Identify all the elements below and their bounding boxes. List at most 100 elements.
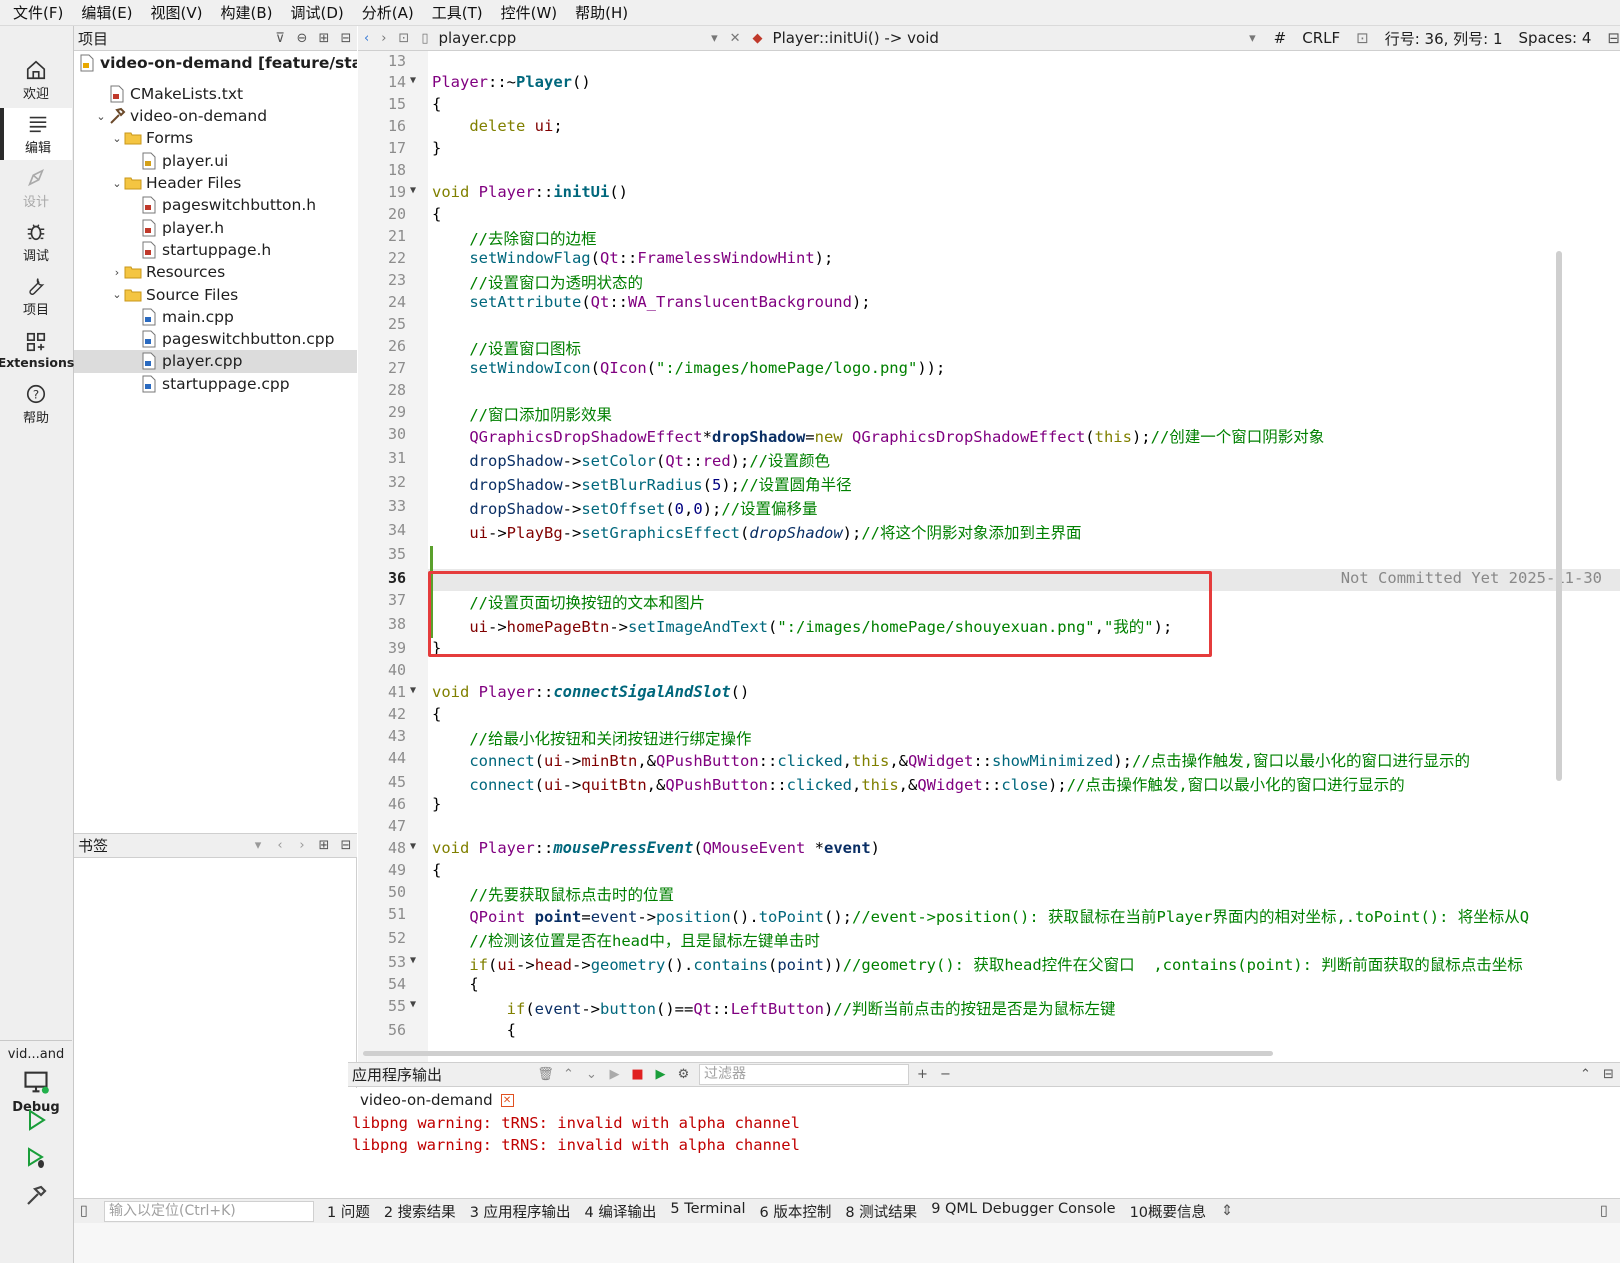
- split-icon[interactable]: ⊞: [313, 838, 335, 853]
- menu-item[interactable]: 分析(A): [353, 0, 423, 26]
- tree-item[interactable]: ⌄ video-on-demand: [74, 105, 357, 128]
- fold-marker-icon[interactable]: ▼: [410, 75, 422, 86]
- tree-item[interactable]: ⌄ Forms: [74, 127, 357, 150]
- chevron-down-icon[interactable]: ▾: [1243, 31, 1262, 46]
- menu-item[interactable]: 编辑(E): [72, 0, 141, 26]
- attach-debugger-icon[interactable]: ▶: [649, 1067, 672, 1082]
- tree-item[interactable]: ⌄ Source Files: [74, 283, 357, 306]
- filter-icon[interactable]: ⊽: [269, 31, 291, 46]
- down-icon[interactable]: ⌄: [580, 1067, 603, 1082]
- toggle-sidebar-icon[interactable]: ▯: [80, 1203, 88, 1219]
- more-tabs-icon[interactable]: ⇕: [1221, 1203, 1233, 1219]
- menu-item[interactable]: 构建(B): [212, 0, 282, 26]
- output-pane-tab[interactable]: 4 编译输出: [578, 1201, 664, 1222]
- menu-item[interactable]: 视图(V): [142, 0, 212, 26]
- split-icon[interactable]: ⊟: [1607, 29, 1620, 47]
- maximize-icon[interactable]: ⌃: [1574, 1067, 1597, 1082]
- fold-marker-icon[interactable]: ▼: [410, 955, 422, 966]
- fold-marker-icon[interactable]: ▼: [410, 841, 422, 852]
- line-ending-combo[interactable]: CRLF: [1302, 29, 1340, 47]
- encoding-icon[interactable]: ⊡: [1356, 29, 1369, 47]
- rerun-icon[interactable]: ▶: [603, 1067, 626, 1082]
- chevron-down-icon[interactable]: ▾: [247, 838, 269, 853]
- tree-item[interactable]: pageswitchbutton.h: [74, 194, 357, 217]
- link-icon[interactable]: ⊖: [291, 31, 313, 46]
- function-combo[interactable]: Player::initUi() -> void: [769, 29, 1244, 47]
- bookmarks-title[interactable]: 书签: [78, 835, 108, 856]
- lock-icon[interactable]: ⊡: [392, 31, 415, 46]
- chevron-down-icon[interactable]: ⌄: [94, 110, 108, 123]
- tree-item[interactable]: player.ui: [74, 149, 357, 172]
- menu-item[interactable]: 文件(F): [4, 0, 72, 26]
- build-button[interactable]: [22, 1182, 50, 1210]
- tree-item[interactable]: startuppage.h: [74, 238, 357, 261]
- toggle-right-sidebar-icon[interactable]: ▯: [1600, 1203, 1608, 1219]
- tree-item[interactable]: player.cpp: [74, 349, 357, 373]
- chevron-right-icon[interactable]: ›: [110, 266, 124, 279]
- debug-run-button[interactable]: [22, 1144, 50, 1172]
- trash-icon[interactable]: 🗑: [534, 1067, 557, 1082]
- open-file-combo[interactable]: player.cpp: [434, 29, 705, 47]
- output-pane-tab[interactable]: 2 搜索结果: [377, 1201, 463, 1222]
- split-icon[interactable]: ⊞: [313, 31, 335, 46]
- close-pane-icon[interactable]: ⊟: [335, 31, 357, 46]
- indent-setting[interactable]: Spaces: 4: [1519, 29, 1592, 47]
- vertical-scrollbar[interactable]: [1556, 251, 1562, 781]
- fold-marker-icon[interactable]: ▼: [410, 185, 422, 196]
- hash-symbol[interactable]: #: [1274, 29, 1287, 47]
- gear-icon[interactable]: ⚙: [672, 1067, 695, 1082]
- tree-item[interactable]: startuppage.cpp: [74, 372, 357, 395]
- output-pane-tab[interactable]: 10概要信息: [1123, 1201, 1213, 1222]
- locator-input[interactable]: 输入以定位(Ctrl+K): [104, 1200, 314, 1222]
- output-pane-tab[interactable]: 6 版本控制: [753, 1201, 839, 1222]
- mode-debug[interactable]: 调试: [0, 216, 72, 268]
- menu-item[interactable]: 工具(T): [423, 0, 492, 26]
- close-pane-icon[interactable]: ⊟: [335, 838, 357, 853]
- fold-marker-icon[interactable]: ▼: [410, 999, 422, 1010]
- close-icon[interactable]: ✕: [500, 1093, 514, 1107]
- back-icon[interactable]: ‹: [358, 31, 375, 46]
- next-icon[interactable]: ›: [291, 838, 313, 853]
- line-number-gutter[interactable]: 13 14 ▼ 15 16 17 18 19 ▼ 20 21 22 23 24 25 26 27 28 29 30 31…: [358, 51, 428, 1081]
- tree-item[interactable]: pageswitchbutton.cpp: [74, 328, 357, 351]
- chevron-down-icon[interactable]: ⌄: [110, 132, 124, 145]
- cursor-position[interactable]: 行号: 36, 列号: 1: [1385, 28, 1503, 49]
- tree-item[interactable]: › Resources: [74, 261, 357, 284]
- tree-item[interactable]: video-on-demand [feature/startui: [74, 51, 357, 74]
- output-pane-tab[interactable]: 8 测试结果: [838, 1201, 924, 1222]
- menu-item[interactable]: 帮助(H): [566, 0, 637, 26]
- mode-edit[interactable]: 编辑: [0, 108, 72, 160]
- fold-marker-icon[interactable]: ▼: [410, 685, 422, 696]
- output-pane-tab[interactable]: 9 QML Debugger Console: [924, 1201, 1122, 1222]
- code-editor[interactable]: 13 14 ▼ 15 16 17 18 19 ▼ 20 21 22 23 24 25 26 27 28 29 30 31…: [358, 51, 1620, 1081]
- project-pane-title[interactable]: 项目: [78, 28, 108, 49]
- forward-icon[interactable]: ›: [375, 31, 392, 46]
- mode-design[interactable]: 设计: [0, 162, 72, 214]
- menu-item[interactable]: 控件(W): [492, 0, 567, 26]
- output-pane-tab[interactable]: 3 应用程序输出: [463, 1201, 578, 1222]
- tree-item[interactable]: CMakeLists.txt: [74, 82, 357, 105]
- mode-help[interactable]: ? 帮助: [0, 378, 72, 430]
- output-pane-tab[interactable]: 1 问题: [320, 1201, 377, 1222]
- tree-item[interactable]: player.h: [74, 216, 357, 239]
- close-file-icon[interactable]: ✕: [724, 31, 747, 46]
- output-tab[interactable]: video-on-demand ✕: [348, 1088, 1620, 1112]
- output-pane-tab[interactable]: 5 Terminal: [663, 1201, 752, 1222]
- horizontal-scrollbar[interactable]: [363, 1051, 1273, 1056]
- kit-selector[interactable]: vid...and Debug: [0, 1040, 72, 1115]
- tree-item[interactable]: main.cpp: [74, 305, 357, 328]
- prev-icon[interactable]: ‹: [269, 838, 291, 853]
- output-filter-input[interactable]: 过滤器: [699, 1064, 909, 1085]
- tree-item[interactable]: ⌄ Header Files: [74, 172, 357, 195]
- chevron-down-icon[interactable]: ⌄: [110, 177, 124, 190]
- run-button[interactable]: [22, 1106, 50, 1134]
- zoom-out-icon[interactable]: −: [934, 1067, 957, 1082]
- mode-extensions[interactable]: Extensions: [0, 324, 74, 376]
- menu-item[interactable]: 调试(D): [282, 0, 353, 26]
- close-pane-icon[interactable]: ⊟: [1597, 1067, 1620, 1082]
- chevron-down-icon[interactable]: ▾: [705, 31, 724, 46]
- stop-icon[interactable]: ■: [626, 1067, 649, 1082]
- chevron-down-icon[interactable]: ⌄: [110, 288, 124, 301]
- zoom-in-icon[interactable]: +: [911, 1067, 934, 1082]
- mode-projects[interactable]: 项目: [0, 270, 72, 322]
